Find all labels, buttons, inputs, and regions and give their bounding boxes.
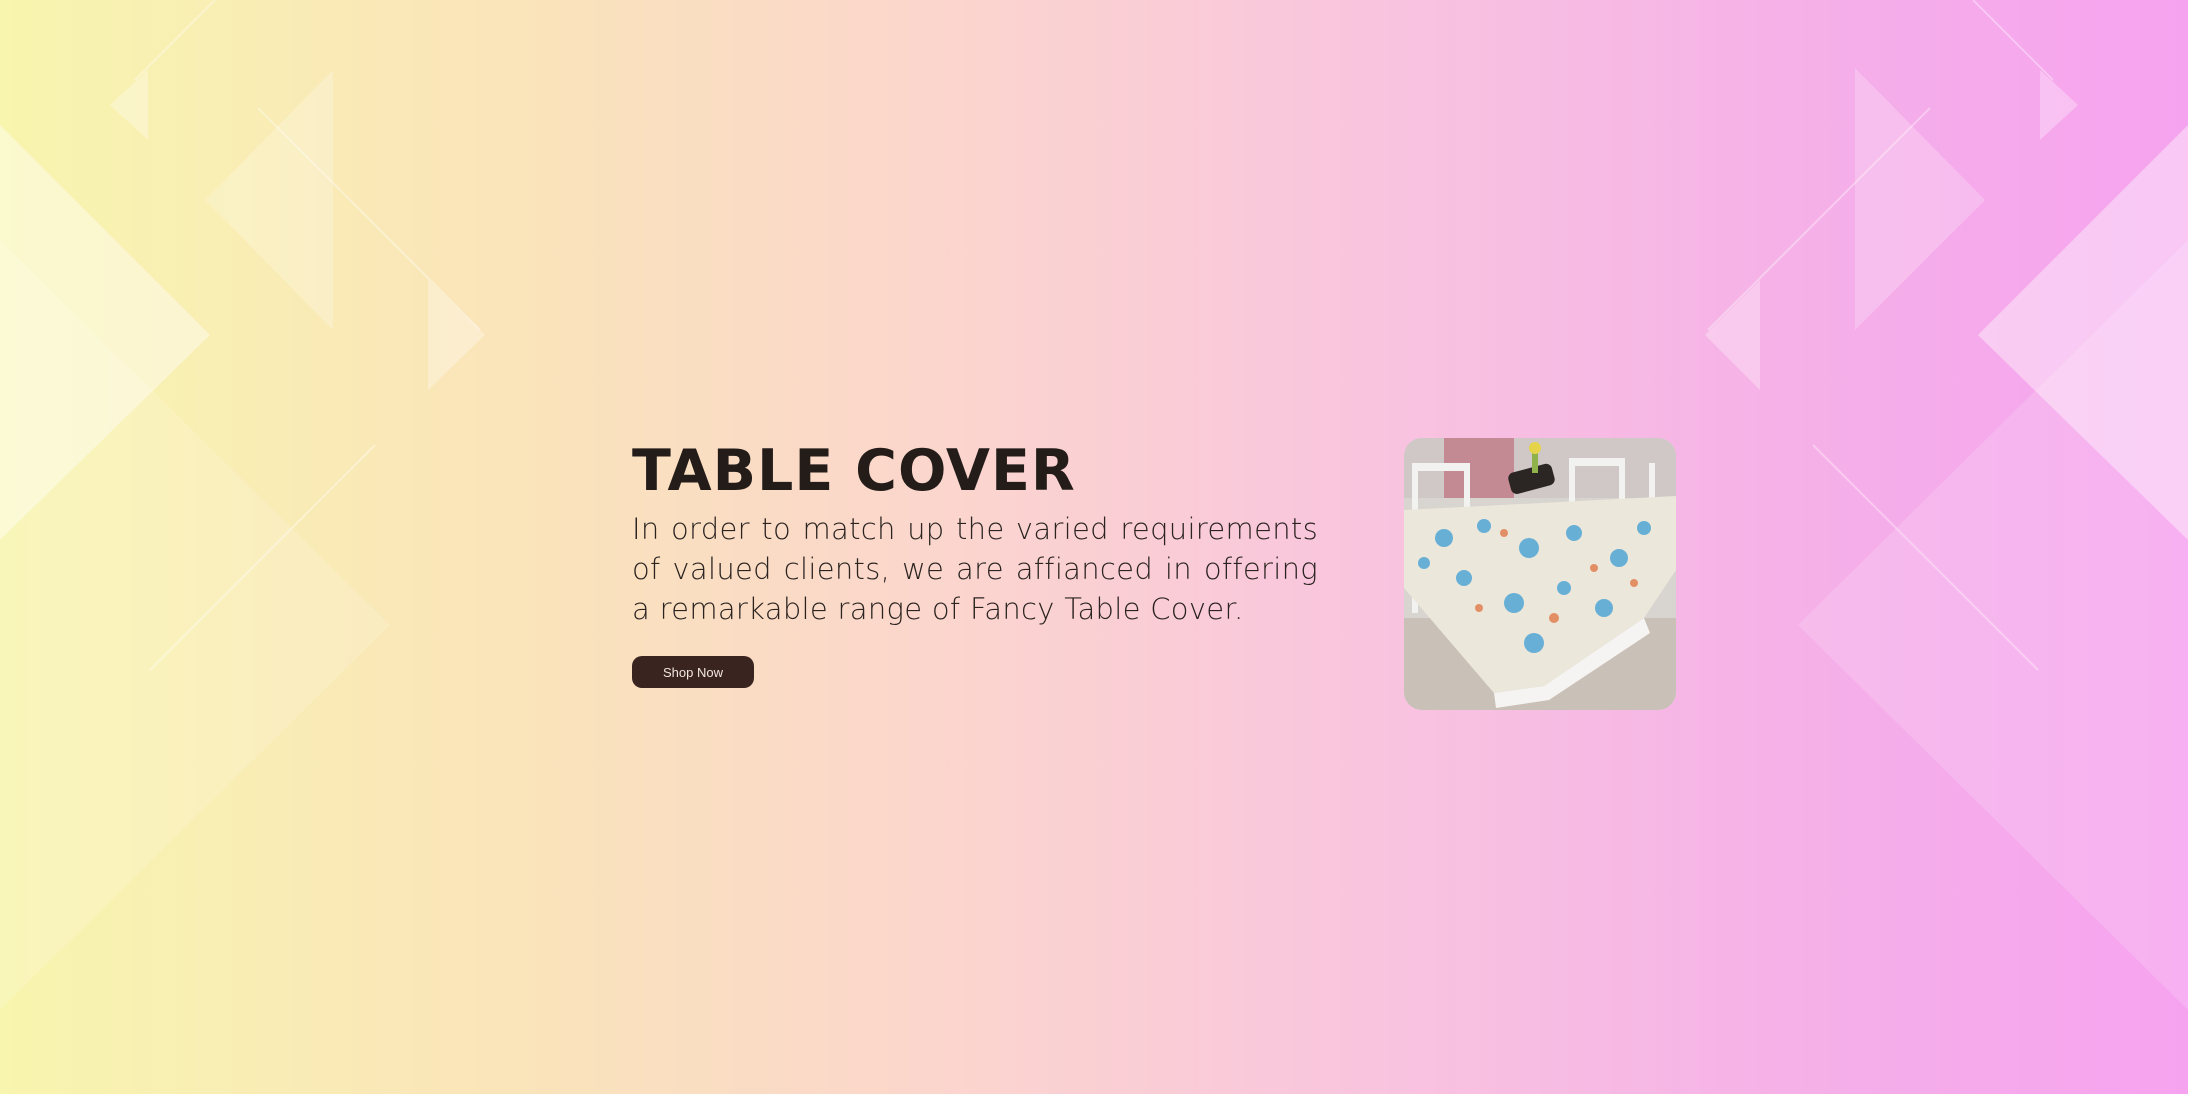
- hero-description: In order to match up the varied requirem…: [632, 512, 1318, 626]
- table-cover-photo: [1404, 438, 1676, 710]
- hero-text-block: TABLE COVER In order to match up the var…: [632, 438, 1318, 629]
- shop-now-button[interactable]: Shop Now: [632, 656, 754, 688]
- product-image-table-cover: [1404, 438, 1676, 710]
- hero-title: TABLE COVER: [632, 438, 1076, 504]
